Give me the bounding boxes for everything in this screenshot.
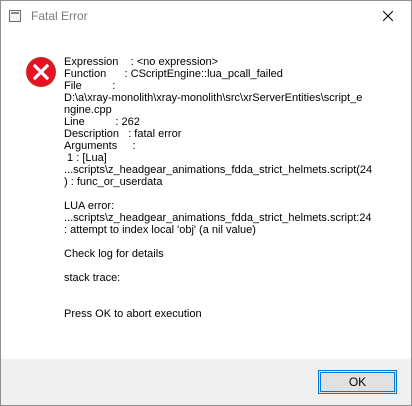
argument-1-line: 1 : [Lua] — [64, 152, 107, 164]
dialog-content: Expression : <no expression> Function : … — [1, 32, 411, 359]
file-path-line-2: ngine.cpp — [64, 104, 112, 116]
line-number-line: Line : 262 — [64, 116, 140, 128]
check-log-line: Check log for details — [64, 248, 164, 260]
title-bar[interactable]: Fatal Error — [1, 1, 411, 32]
error-icon — [26, 57, 56, 87]
expression-line: Expression : <no expression> — [64, 56, 219, 68]
press-ok-line: Press OK to abort execution — [64, 308, 202, 320]
close-button[interactable] — [365, 1, 411, 32]
button-bar: OK — [1, 359, 411, 405]
fatal-error-dialog: Fatal Error Expression : <no expression>… — [0, 0, 412, 406]
lua-error-line-2: : attempt to index local 'obj' (a nil va… — [64, 224, 256, 236]
argument-3-line: ) : func_or_userdata — [64, 176, 163, 188]
file-path-line-1: D:\a\xray-monolith\xray-monolith\src\xrS… — [64, 92, 363, 104]
ok-button[interactable]: OK — [318, 370, 397, 394]
error-message: Expression : <no expression> Function : … — [64, 56, 390, 320]
lua-error-label: LUA error: — [64, 200, 115, 212]
arguments-line: Arguments : — [64, 140, 136, 152]
argument-2-line: ...scripts\z_headgear_animations_fdda_st… — [64, 164, 373, 176]
app-window-icon — [9, 10, 21, 22]
stack-trace-line: stack trace: — [64, 272, 121, 284]
description-line: Description : fatal error — [64, 128, 182, 140]
function-line: Function : CScriptEngine::lua_pcall_fail… — [64, 68, 283, 80]
close-icon — [383, 11, 393, 21]
file-line: File : — [64, 80, 116, 92]
window-title: Fatal Error — [31, 9, 88, 23]
lua-error-line-1: ...scripts\z_headgear_animations_fdda_st… — [64, 212, 372, 224]
